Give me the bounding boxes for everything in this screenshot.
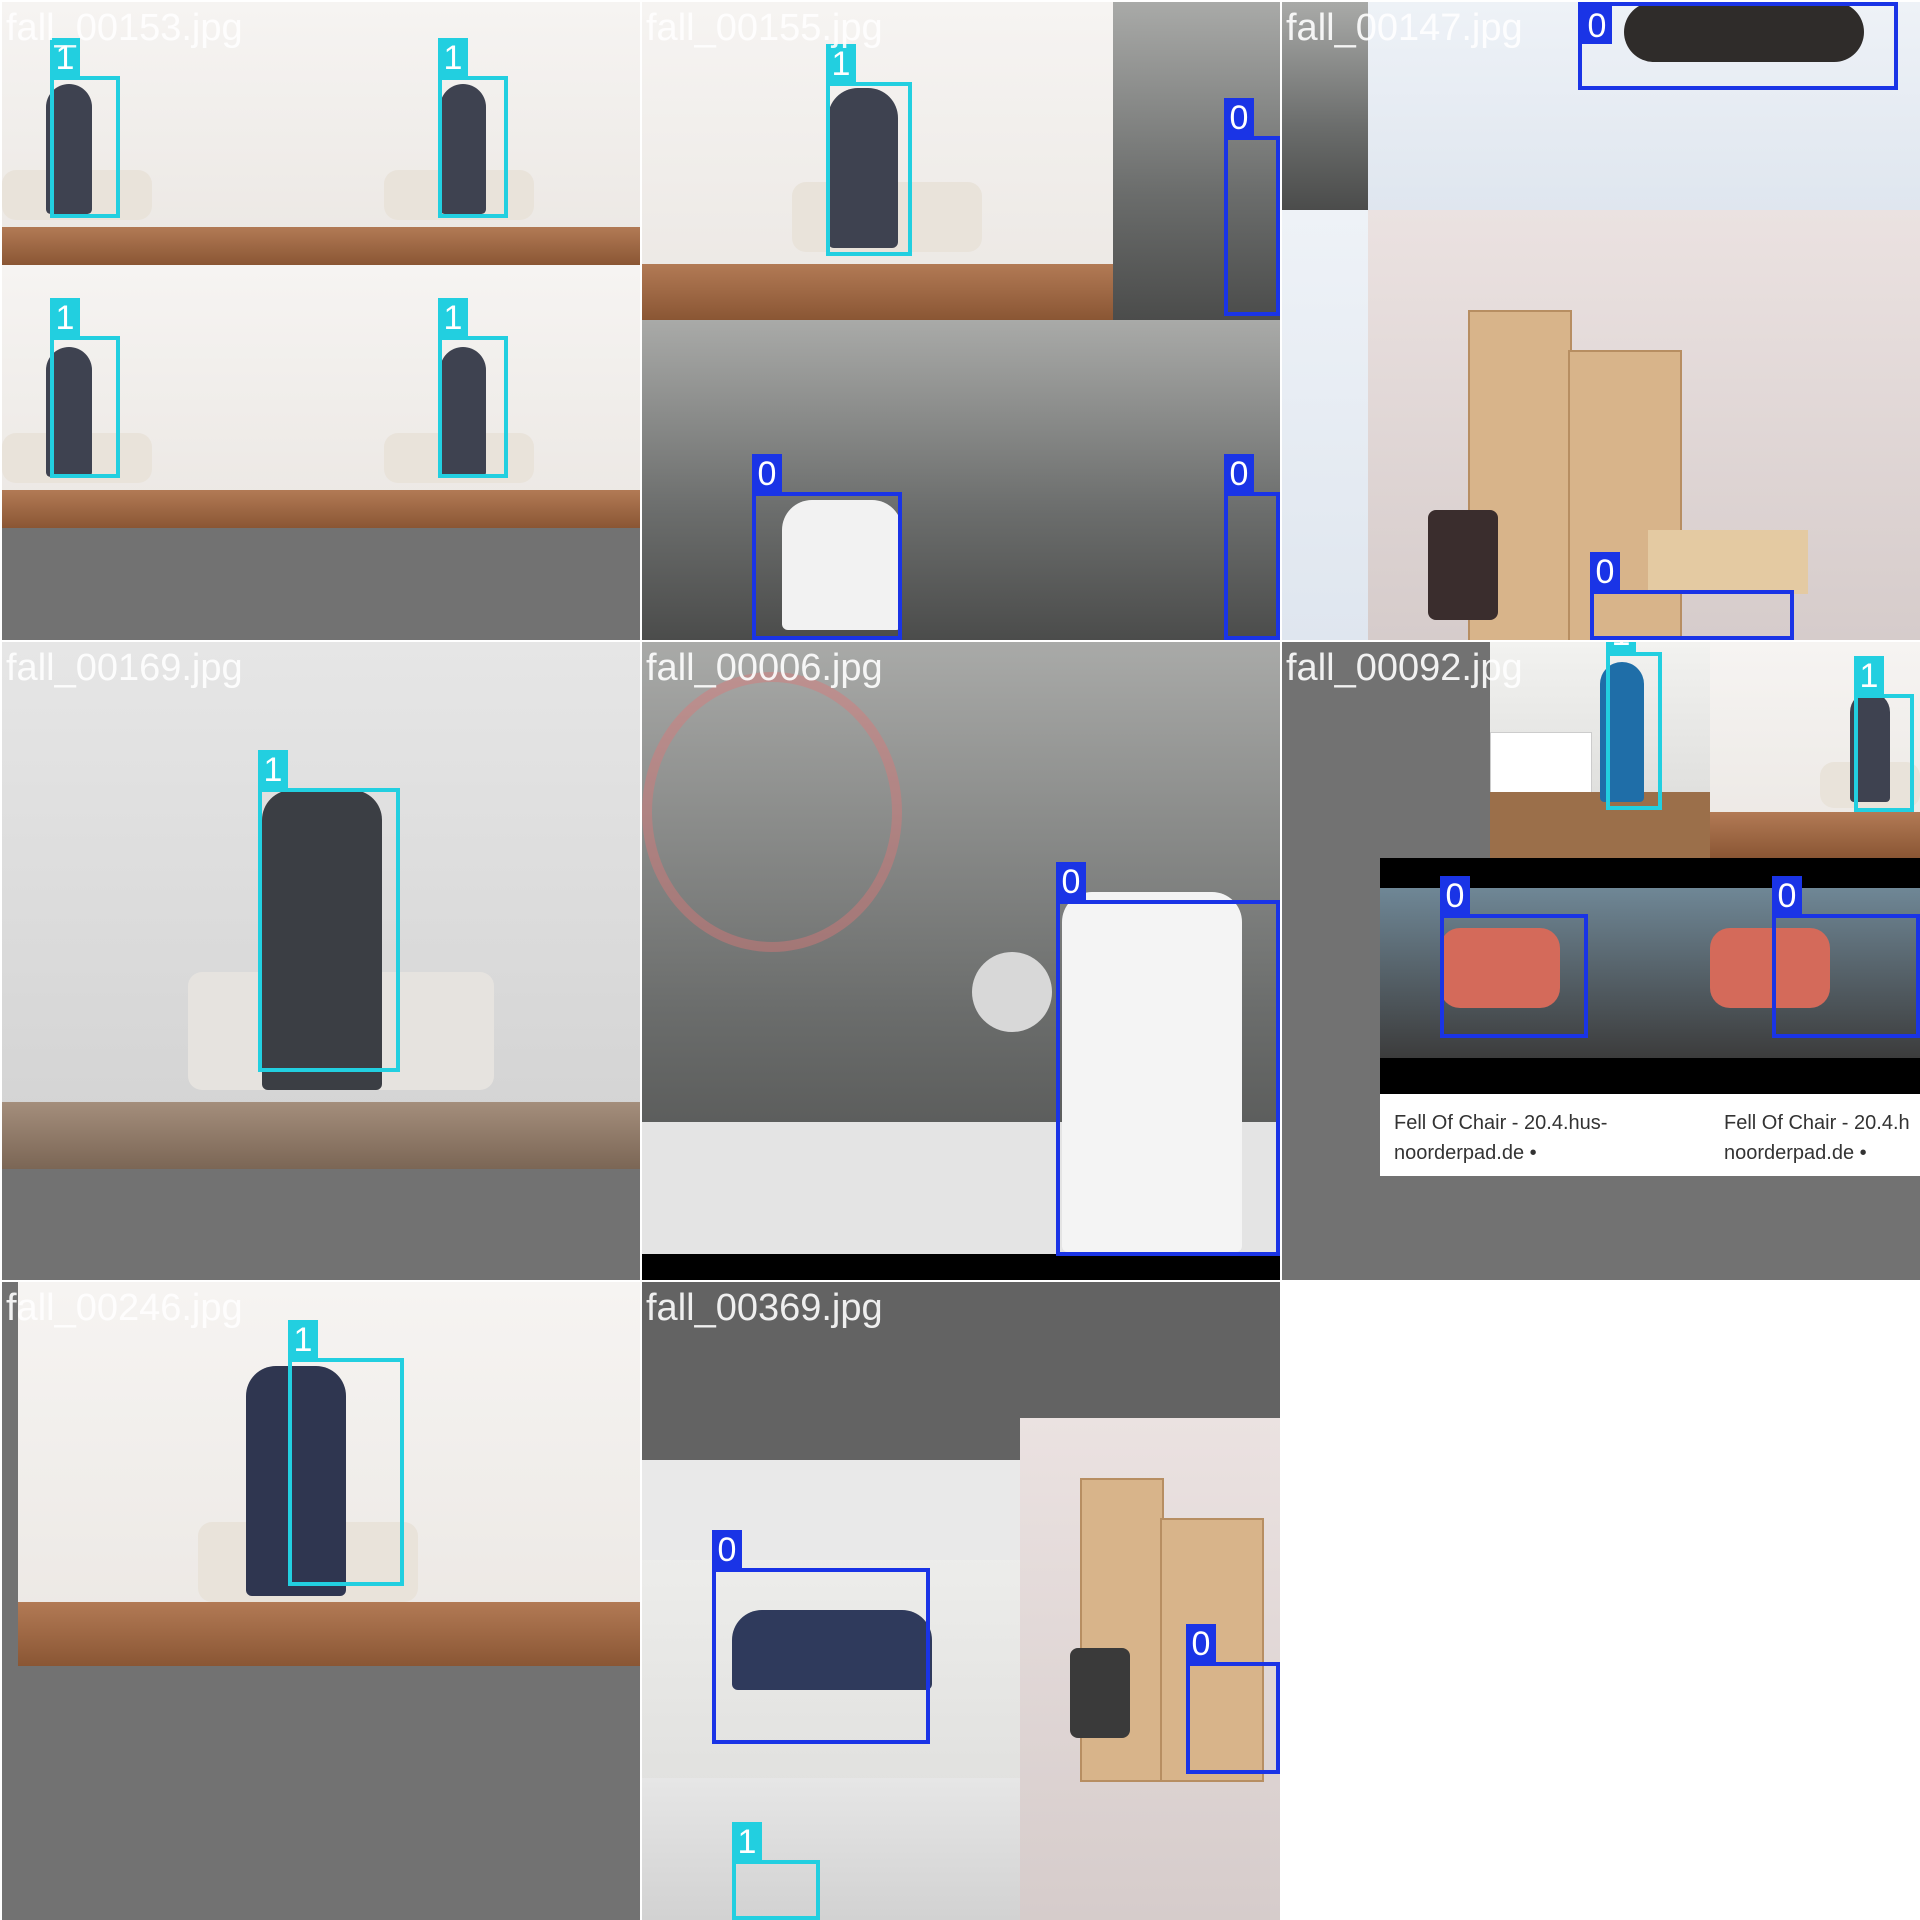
letterbox-band (1380, 1058, 1920, 1094)
class-label: 1 (438, 38, 468, 77)
image-filename: fall_00155.jpg (646, 7, 883, 49)
bounding-box: 0 (712, 1530, 930, 1744)
mosaic-tile-4: 1 fall_00169.jpg (2, 642, 640, 1280)
bounding-box: 1 (732, 1822, 820, 1920)
image-filename: fall_00147.jpg (1286, 7, 1523, 49)
video-caption: Fell Of Chair - 20.4.h noorderpad.de • (1724, 1108, 1920, 1168)
class-label: 0 (1186, 1624, 1216, 1663)
class-label: 0 (1582, 6, 1612, 45)
bounding-box: 1 (826, 44, 912, 256)
bounding-box: 1 (1854, 656, 1914, 812)
image-filename: fall_00006.jpg (646, 647, 883, 689)
class-label: 0 (1772, 876, 1802, 915)
bounding-box: 1 (438, 298, 508, 478)
class-label: 1 (1854, 656, 1884, 695)
mosaic-tile-2: 1 0 0 0 fall_00155.jpg (642, 2, 1280, 640)
bounding-box: 1 (50, 38, 120, 218)
video-caption: Fell Of Chair - 20.4.hus- noorderpad.de … (1394, 1108, 1664, 1168)
class-label: 0 (752, 454, 782, 493)
class-label: 0 (1224, 98, 1254, 137)
bounding-box: 0 (752, 454, 902, 640)
mosaic-tile-6: Fell Of Chair - 20.4.hus- noorderpad.de … (1282, 642, 1920, 1280)
bounding-box: 0 (1224, 98, 1280, 316)
class-label: 1 (1606, 642, 1636, 653)
image-region (1490, 642, 1710, 858)
image-region (1368, 210, 1920, 640)
mosaic-tile-8: 0 0 1 fall_00369.jpg (642, 1282, 1280, 1920)
bounding-box: 0 (1056, 862, 1280, 1256)
class-label: 0 (1224, 454, 1254, 493)
image-filename: fall_00092.jpg (1286, 647, 1523, 689)
class-label: 1 (258, 750, 288, 789)
bounding-box: 0 (1590, 552, 1794, 640)
bounding-box: 1 (438, 38, 508, 218)
class-label: 1 (50, 298, 80, 337)
bounding-box: 0 (1578, 2, 1898, 90)
image-region (2, 265, 274, 528)
image-region (642, 1778, 1020, 1920)
letterbox-band (642, 1254, 1280, 1280)
class-label: 1 (288, 1320, 318, 1359)
class-label: 0 (1056, 862, 1086, 901)
mosaic-tile-5: 0 fall_00006.jpg (642, 642, 1280, 1280)
class-label: 0 (712, 1530, 742, 1569)
bounding-box: 0 (1186, 1624, 1280, 1774)
bounding-box: 1 (258, 750, 400, 1072)
mosaic-tile-1: 1 1 1 1 fall_00153.jpg (2, 2, 640, 640)
image-filename: fall_00153.jpg (6, 7, 243, 49)
bounding-box: 0 (1440, 876, 1588, 1038)
class-label: 0 (1440, 876, 1470, 915)
mosaic-tile-3: 0 0 fall_00147.jpg (1282, 2, 1920, 640)
image-region (1282, 210, 1368, 640)
bounding-box: 1 (50, 298, 120, 478)
bounding-box: 1 (288, 1320, 404, 1586)
bounding-box: 0 (1772, 876, 1920, 1038)
bounding-box: 1 (1606, 642, 1662, 810)
bounding-box: 0 (1224, 454, 1280, 640)
mosaic-tile-7: 1 fall_00246.jpg (2, 1282, 640, 1920)
image-filename: fall_00369.jpg (646, 1287, 883, 1329)
class-label: 1 (732, 1822, 762, 1861)
image-filename: fall_00169.jpg (6, 647, 243, 689)
class-label: 0 (1590, 552, 1620, 591)
class-label: 1 (438, 298, 468, 337)
image-filename: fall_00246.jpg (6, 1287, 243, 1329)
